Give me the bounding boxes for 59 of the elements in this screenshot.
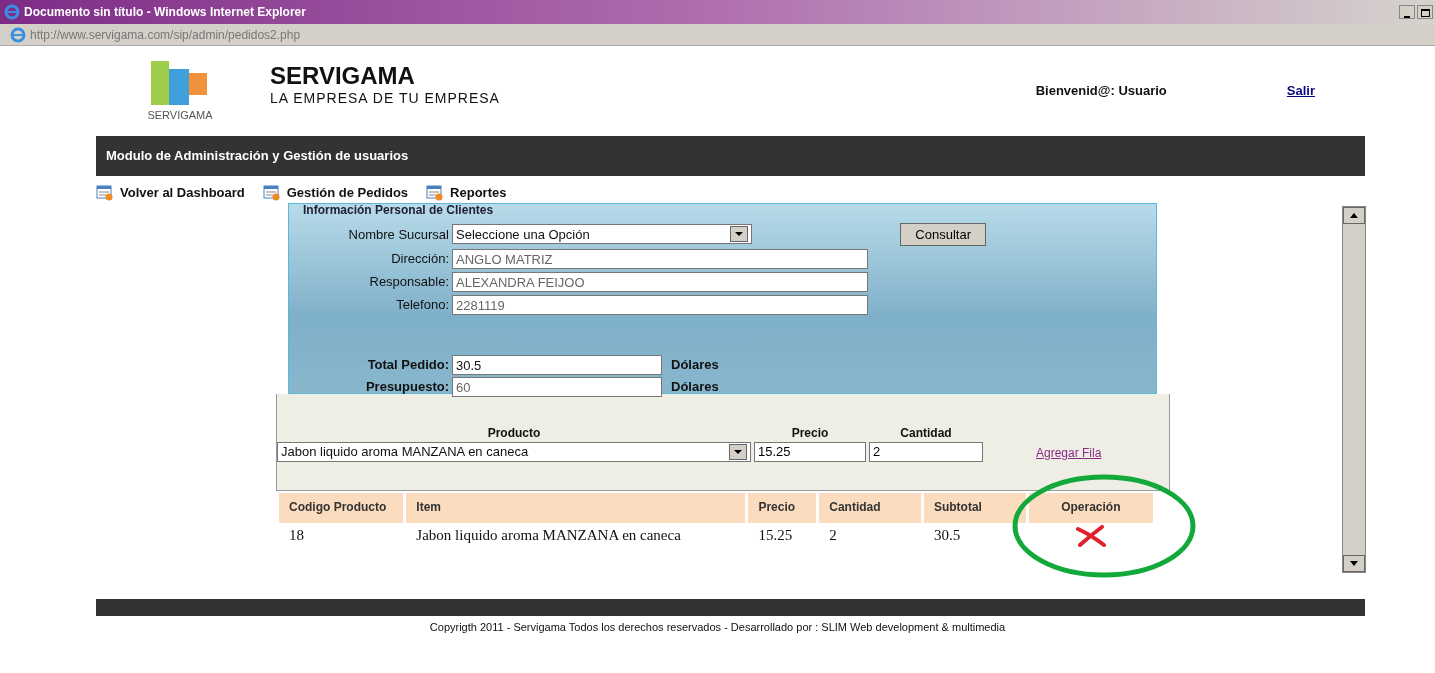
- field-label: Total Pedido:: [366, 356, 449, 375]
- table-cell-text: 2: [828, 526, 838, 546]
- logo-text: SERVIGAMA: [147, 107, 213, 123]
- browser-logo-icon: [4, 4, 20, 20]
- up-arrow-icon: [1350, 213, 1358, 219]
- field-label: Telefono:: [395, 296, 449, 315]
- query-button[interactable]: Consultar: [900, 222, 986, 246]
- minimize-button[interactable]: [1399, 5, 1415, 19]
- minimize-icon: [1404, 16, 1410, 18]
- brand-name: SERVIGAMA: [270, 63, 416, 88]
- table-cell-text: 15.25: [757, 526, 794, 546]
- column-label: Producto: [487, 424, 541, 442]
- unit-label: Dólares: [671, 378, 719, 397]
- column-label: Precio: [791, 424, 829, 442]
- section-heading: Información Personal de Clientes: [302, 203, 495, 217]
- table-cell-text: 18: [288, 526, 305, 546]
- price-field[interactable]: 15.25: [754, 441, 866, 462]
- nav-link[interactable]: Volver al Dashboard: [96, 183, 245, 203]
- report-icon: [262, 184, 281, 201]
- column-header: Operación: [1028, 492, 1153, 523]
- text-field[interactable]: ALEXANDRA FEIJOO: [452, 272, 868, 292]
- welcome-text: Bienvenid@: Usuario: [1035, 82, 1167, 101]
- quantity-field[interactable]: 2: [869, 441, 983, 462]
- unit-label: Dólares: [671, 356, 719, 375]
- field-label: Responsable:: [368, 273, 449, 292]
- table-cell-text: 30.5: [932, 526, 962, 546]
- report-icon: [426, 184, 445, 201]
- scroll-up-button[interactable]: [1343, 206, 1365, 224]
- scroll-down-button[interactable]: [1343, 554, 1365, 572]
- text-field[interactable]: 2281119: [452, 295, 868, 315]
- branch-select[interactable]: Seleccione una Opción: [452, 224, 752, 245]
- module-title-bar: Modulo de Administración y Gestión de usuarios: [96, 136, 1365, 176]
- nav-link[interactable]: Gestión de Pedidos: [262, 183, 409, 203]
- column-label: Cantidad: [900, 424, 952, 442]
- maximize-icon: [1420, 8, 1430, 17]
- maximize-button[interactable]: [1417, 5, 1433, 19]
- delete-icon[interactable]: [1074, 524, 1107, 547]
- column-header: Subtotal: [923, 492, 1026, 523]
- nav-link[interactable]: Reportes: [426, 183, 507, 203]
- browser-logo-icon: [10, 26, 26, 43]
- add-row-link[interactable]: Agregar Fila: [1036, 443, 1102, 462]
- report-icon: [96, 184, 114, 201]
- text-field[interactable]: 30.5: [452, 355, 662, 375]
- slogan: LA EMPRESA DE TU EMPRESA: [270, 88, 500, 108]
- copyright-text: Copyrigth 2011 - Servigama Todos los derechos reservados - Desarrollado por : SLIM Web development & multimedia: [428, 619, 1007, 635]
- column-header: Precio: [748, 492, 817, 523]
- window-title: Documento sin título - Windows Internet Explorer: [24, 4, 306, 21]
- column-header: Item: [406, 492, 746, 523]
- field-label: Dirección:: [390, 250, 449, 269]
- column-header: Codigo Producto: [279, 492, 404, 523]
- text-field[interactable]: ANGLO MATRIZ: [452, 249, 868, 269]
- scrollbar[interactable]: [1342, 205, 1366, 573]
- table-cell-text: Jabon liquido aroma MANZANA en caneca: [415, 526, 682, 546]
- logout-link[interactable]: Salir: [1286, 81, 1315, 101]
- product-select[interactable]: Jabon liquido aroma MANZANA en caneca: [277, 441, 751, 462]
- field-label: Nombre Sucursal: [347, 225, 449, 244]
- down-arrow-icon: [1350, 561, 1358, 567]
- column-header: Cantidad: [819, 492, 921, 523]
- field-label: Presupuesto:: [364, 378, 449, 397]
